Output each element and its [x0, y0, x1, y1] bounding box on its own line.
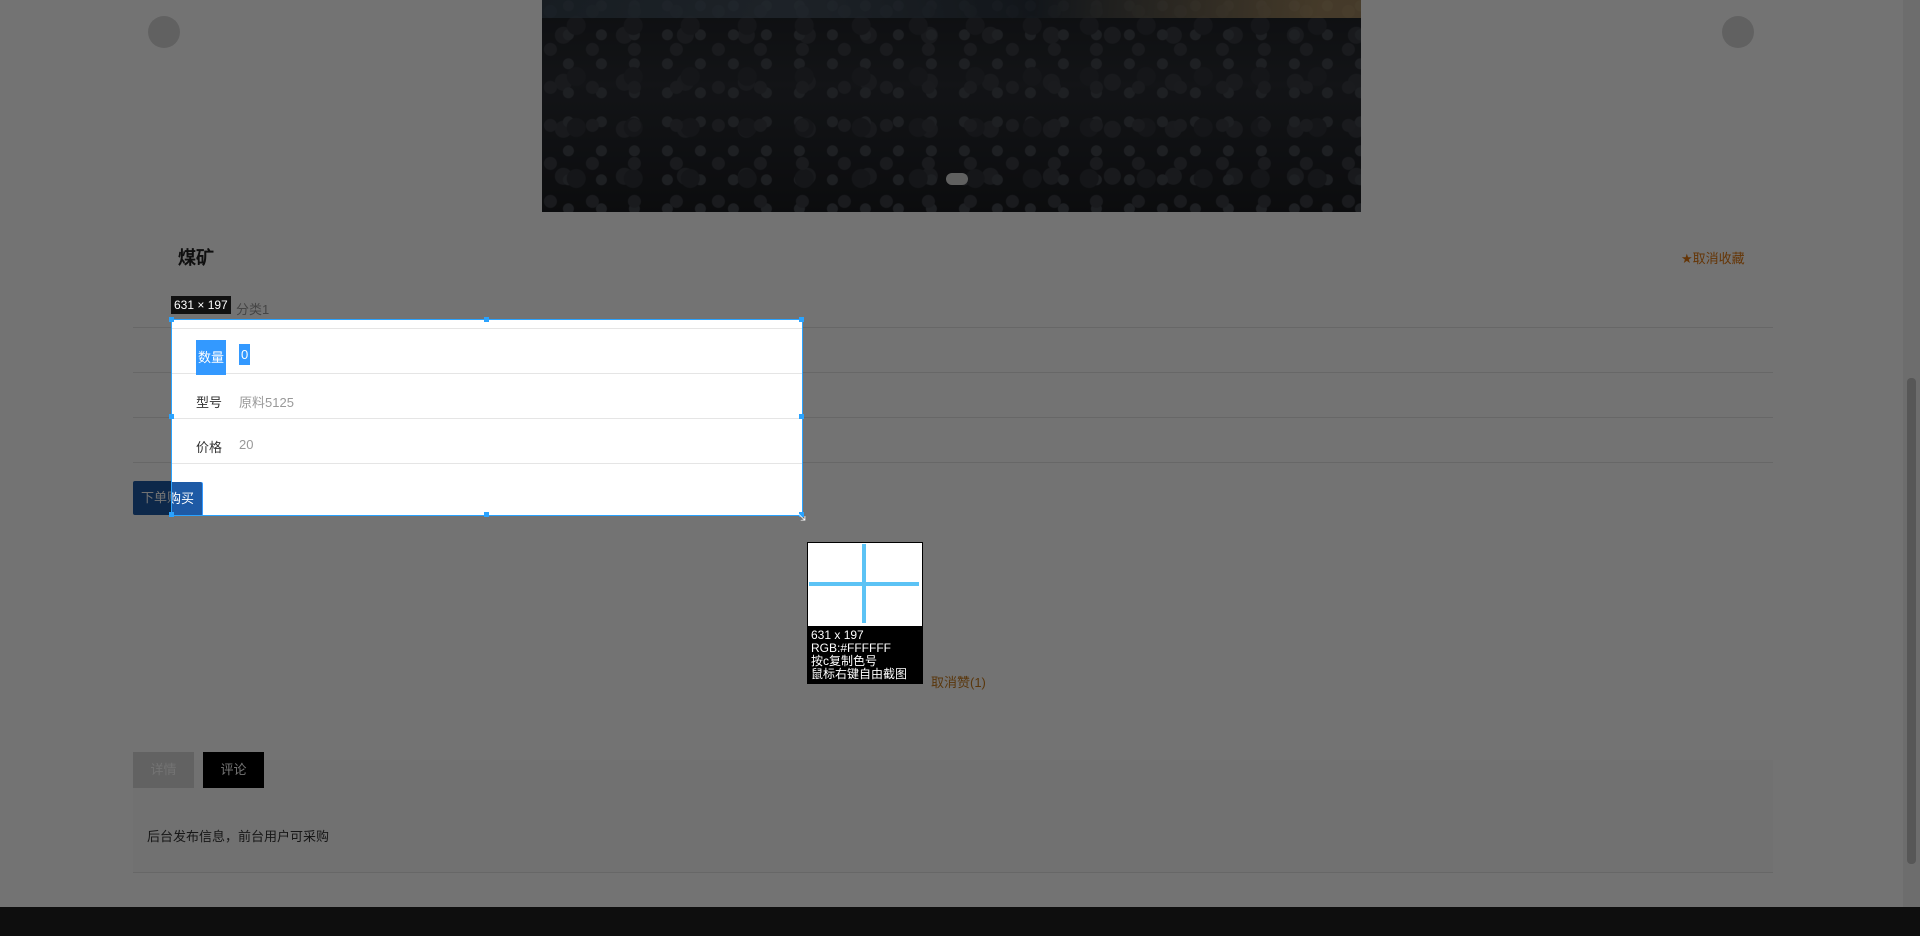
unfavorite-link[interactable]: ★取消收藏 [1681, 248, 1745, 267]
resize-cursor-icon: ⤡ [793, 505, 806, 524]
footer [0, 907, 1920, 936]
product-category: 分类1 [236, 302, 270, 317]
detail-panel [133, 760, 1773, 873]
unlike-link[interactable]: 取消赞(1) [931, 672, 986, 691]
quantity-input[interactable]: 0 [239, 344, 251, 365]
screenshot-selection[interactable]: 数量 0 型号 原料5125 价格 20 下单购买 [171, 319, 803, 516]
divider [172, 418, 802, 419]
model-label: 型号 [196, 395, 223, 410]
divider [172, 328, 802, 329]
carousel-indicator[interactable] [946, 173, 968, 185]
magnifier-info: 631 x 197 RGB:#FFFFFF 按c复制色号 鼠标右键自由截图 [811, 629, 907, 681]
price-value: 20 [239, 437, 254, 452]
selection-size-badge: 631 × 197 [171, 296, 231, 314]
resize-handle-e[interactable] [799, 414, 804, 419]
selection-content: 数量 0 型号 原料5125 价格 20 下单购买 [172, 320, 802, 515]
divider [172, 373, 802, 374]
quantity-label: 数量 [196, 340, 227, 375]
detail-text: 后台发布信息，前台用户可采购 [147, 829, 330, 844]
buy-button[interactable]: 下单购买 [172, 482, 202, 515]
magnifier-hint-crop: 鼠标右键自由截图 [811, 667, 908, 681]
crosshair-vertical [862, 544, 866, 623]
resize-handle-nw[interactable] [169, 317, 174, 322]
magnifier: 631 x 197 RGB:#FFFFFF 按c复制色号 鼠标右键自由截图 [807, 542, 923, 684]
resize-handle-s[interactable] [484, 512, 489, 517]
tab-comment[interactable]: 评论 [203, 752, 264, 788]
image-strip [542, 0, 1361, 18]
model-value: 原料5125 [239, 395, 294, 410]
price-label: 价格 [196, 440, 223, 455]
resize-handle-sw[interactable] [169, 512, 174, 517]
carousel-next-button[interactable] [1722, 16, 1754, 48]
product-title: 煤矿 [178, 248, 214, 268]
divider [172, 463, 802, 464]
product-image [542, 0, 1361, 212]
scrollbar-thumb[interactable] [1907, 378, 1916, 864]
tab-detail[interactable]: 详情 [133, 752, 194, 788]
resize-handle-ne[interactable] [799, 317, 804, 322]
resize-handle-w[interactable] [169, 414, 174, 419]
resize-handle-n[interactable] [484, 317, 489, 322]
carousel-prev-button[interactable] [148, 16, 180, 48]
